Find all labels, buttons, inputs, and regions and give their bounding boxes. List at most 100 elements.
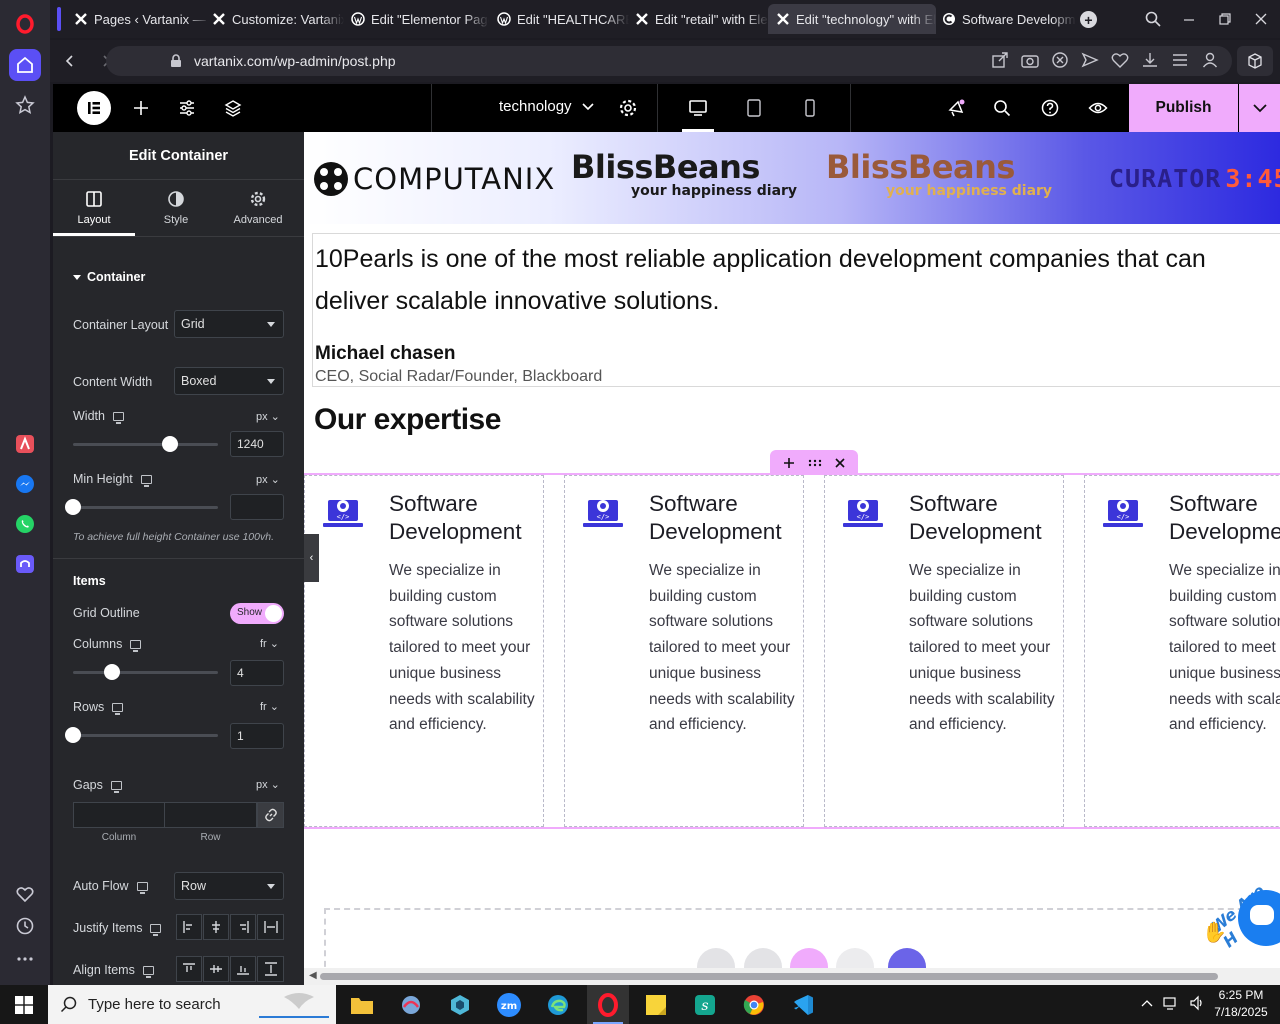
chrome-icon[interactable]	[739, 991, 769, 1019]
tab-software-development[interactable]: Software Developme	[934, 4, 1076, 34]
width-slider[interactable]	[73, 436, 218, 452]
taskbar-clock[interactable]: 6:25 PM 7/18/2025	[1210, 987, 1272, 1021]
back-icon[interactable]	[58, 49, 82, 73]
opera-taskbar-icon[interactable]	[587, 985, 629, 1024]
add-plus-icon[interactable]	[783, 457, 795, 469]
heart-icon[interactable]	[9, 878, 41, 910]
adblock-icon[interactable]	[1050, 50, 1070, 70]
scroll-left-icon[interactable]: ◀	[309, 970, 317, 981]
content-width-select[interactable]: Boxed	[174, 367, 284, 395]
tab-layout[interactable]: Layout	[53, 184, 135, 236]
min-height-input[interactable]	[230, 494, 284, 520]
page-name-dropdown[interactable]: technology	[499, 98, 594, 115]
file-explorer-icon[interactable]	[347, 991, 377, 1019]
maximize-icon[interactable]	[1213, 7, 1237, 31]
drag-handle-icon[interactable]	[808, 458, 822, 468]
opera-logo-icon[interactable]	[9, 8, 41, 40]
edge-icon[interactable]	[543, 991, 573, 1019]
testimonial-block[interactable]: 10Pearls is one of the most reliable app…	[312, 233, 1280, 387]
tab-advanced[interactable]: Advanced	[217, 184, 299, 236]
expertise-card[interactable]: </> Software Development We specialize i…	[304, 475, 544, 827]
justify-end-icon[interactable]	[230, 914, 256, 940]
responsive-desktop-icon[interactable]	[150, 924, 162, 937]
responsive-desktop-icon[interactable]	[112, 703, 124, 716]
extensions-cube-icon[interactable]	[1237, 46, 1273, 76]
scrollbar-thumb[interactable]	[320, 973, 1218, 980]
share-icon[interactable]	[990, 50, 1010, 70]
zoom-icon[interactable]: zm	[494, 991, 524, 1019]
tab-customize[interactable]: Customize: Vartanix	[204, 4, 344, 34]
volume-icon[interactable]	[1189, 995, 1205, 1011]
notifications-megaphone-icon[interactable]	[940, 92, 972, 124]
width-input[interactable]: 1240	[230, 431, 284, 457]
align-stretch-icon[interactable]	[257, 956, 284, 982]
elementor-logo-icon[interactable]	[77, 91, 111, 125]
easy-setup-icon[interactable]	[1170, 50, 1190, 70]
minimize-icon[interactable]	[1177, 7, 1201, 31]
publish-button[interactable]: Publish	[1129, 84, 1238, 132]
app-icon-s[interactable]: s	[690, 991, 720, 1019]
mobile-view-icon[interactable]	[794, 92, 826, 124]
responsive-desktop-icon[interactable]	[130, 640, 142, 653]
vscode-icon[interactable]	[788, 991, 818, 1019]
tab-pages[interactable]: Pages ‹ Vartanix — W	[66, 4, 210, 34]
min-height-unit-dropdown[interactable]: px ⌄	[256, 473, 280, 486]
structure-layers-icon[interactable]	[217, 92, 249, 124]
whatsapp-icon[interactable]	[9, 508, 41, 540]
send-icon[interactable]	[1080, 50, 1100, 70]
tab-edit-technology[interactable]: Edit "technology" with Ele	[768, 4, 936, 34]
rows-slider[interactable]	[65, 727, 218, 743]
justify-center-icon[interactable]	[203, 914, 229, 940]
grid-outline-toggle[interactable]: Show	[230, 603, 284, 624]
justify-stretch-icon[interactable]	[257, 914, 284, 940]
sticky-notes-icon[interactable]	[641, 991, 671, 1019]
preview-eye-icon[interactable]	[1082, 92, 1114, 124]
min-height-slider[interactable]	[65, 499, 218, 515]
expertise-card[interactable]: </> Software Development We specialize i…	[824, 475, 1064, 827]
expertise-card[interactable]: </> Software Development We specialize i…	[564, 475, 804, 827]
container-layout-select[interactable]: Grid	[174, 310, 284, 338]
horizontal-scrollbar[interactable]: ◀	[304, 968, 1280, 985]
more-dots-icon[interactable]	[9, 943, 41, 975]
desktop-view-icon[interactable]	[682, 92, 714, 124]
rows-input[interactable]: 1	[230, 723, 284, 749]
tab-edit-healthcare[interactable]: Edit "HEALTHCARE"	[489, 4, 629, 34]
align-end-icon[interactable]	[230, 956, 256, 982]
tab-edit-retail[interactable]: Edit "retail" with Ele	[627, 4, 769, 34]
tab-search-icon[interactable]	[1141, 7, 1165, 31]
gaps-unit-dropdown[interactable]: px ⌄	[256, 778, 280, 791]
profile-icon[interactable]	[1200, 50, 1220, 70]
columns-slider[interactable]	[73, 664, 218, 680]
align-start-icon[interactable]	[176, 956, 202, 982]
columns-unit-dropdown[interactable]: fr ⌄	[260, 637, 279, 650]
tablet-view-icon[interactable]	[738, 92, 770, 124]
publish-options-dropdown[interactable]	[1239, 84, 1280, 132]
bookmark-heart-icon[interactable]	[1110, 50, 1130, 70]
slider-knob[interactable]	[65, 727, 81, 743]
add-element-plus-icon[interactable]	[125, 92, 157, 124]
auto-flow-select[interactable]: Row	[174, 872, 284, 900]
section-container-toggle[interactable]: Container	[73, 270, 145, 284]
app-icon-3[interactable]	[445, 991, 475, 1019]
slider-knob[interactable]	[104, 664, 121, 680]
close-window-icon[interactable]	[1249, 7, 1273, 31]
responsive-desktop-icon[interactable]	[136, 882, 148, 895]
collapse-panel-chevron-icon[interactable]: ‹	[304, 534, 319, 582]
star-icon[interactable]	[9, 89, 41, 121]
taskbar-search-box[interactable]: Type here to search	[48, 985, 336, 1024]
link-values-icon[interactable]	[257, 802, 284, 828]
slider-knob[interactable]	[65, 499, 81, 515]
windows-start-icon[interactable]	[0, 985, 48, 1024]
messenger-icon[interactable]	[9, 468, 41, 500]
delete-x-icon[interactable]	[835, 457, 845, 468]
home-icon[interactable]	[9, 49, 41, 81]
new-tab-plus-icon[interactable]: +	[1080, 11, 1097, 28]
help-icon[interactable]	[1034, 92, 1066, 124]
tray-chevron-up-icon[interactable]	[1141, 999, 1153, 1007]
responsive-desktop-icon[interactable]	[112, 412, 124, 425]
app-icon-2[interactable]	[396, 991, 426, 1019]
rows-unit-dropdown[interactable]: fr ⌄	[260, 700, 279, 713]
aria-icon[interactable]	[9, 428, 41, 460]
expertise-card[interactable]: </> Software Development We specialize i…	[1084, 475, 1280, 827]
music-player-icon[interactable]	[9, 548, 41, 580]
